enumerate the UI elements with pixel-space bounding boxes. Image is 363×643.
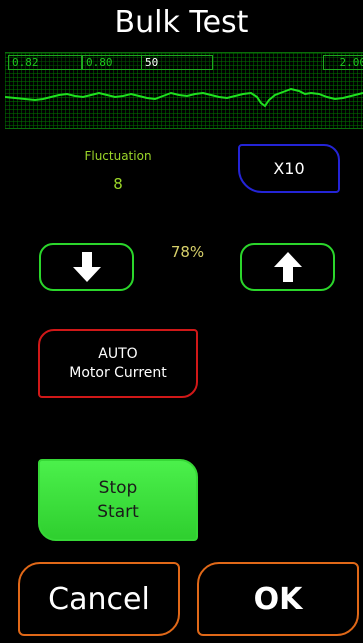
motor-current-mode: AUTO — [98, 345, 138, 362]
motor-current-button[interactable]: AUTO Motor Current — [38, 329, 198, 398]
start-label: Start — [97, 502, 139, 522]
graph-readout-2: 0.80 — [82, 55, 142, 70]
arrow-up-icon — [273, 252, 302, 282]
cancel-button[interactable]: Cancel — [18, 562, 180, 636]
page-title: Bulk Test — [114, 5, 249, 40]
ok-button[interactable]: OK — [197, 562, 359, 636]
graph-readout-3: 50 — [141, 55, 213, 70]
motor-current-label: Motor Current — [69, 364, 167, 381]
fluctuation-label: Fluctuation — [84, 149, 152, 163]
decrease-button[interactable] — [39, 243, 134, 291]
graph-readout-1: 0.82 — [8, 55, 82, 70]
multiplier-button[interactable]: X10 — [238, 144, 340, 193]
signal-graph: 0.82 0.80 50 2.00 — [5, 52, 363, 129]
percent-value: 78% — [170, 243, 205, 261]
fluctuation-value: 8 — [113, 175, 123, 193]
increase-button[interactable] — [240, 243, 335, 291]
graph-readout-4: 2.00 — [323, 55, 363, 70]
stop-label: Stop — [98, 478, 138, 498]
arrow-down-icon — [72, 252, 101, 282]
stop-start-button[interactable]: Stop Start — [38, 459, 198, 541]
